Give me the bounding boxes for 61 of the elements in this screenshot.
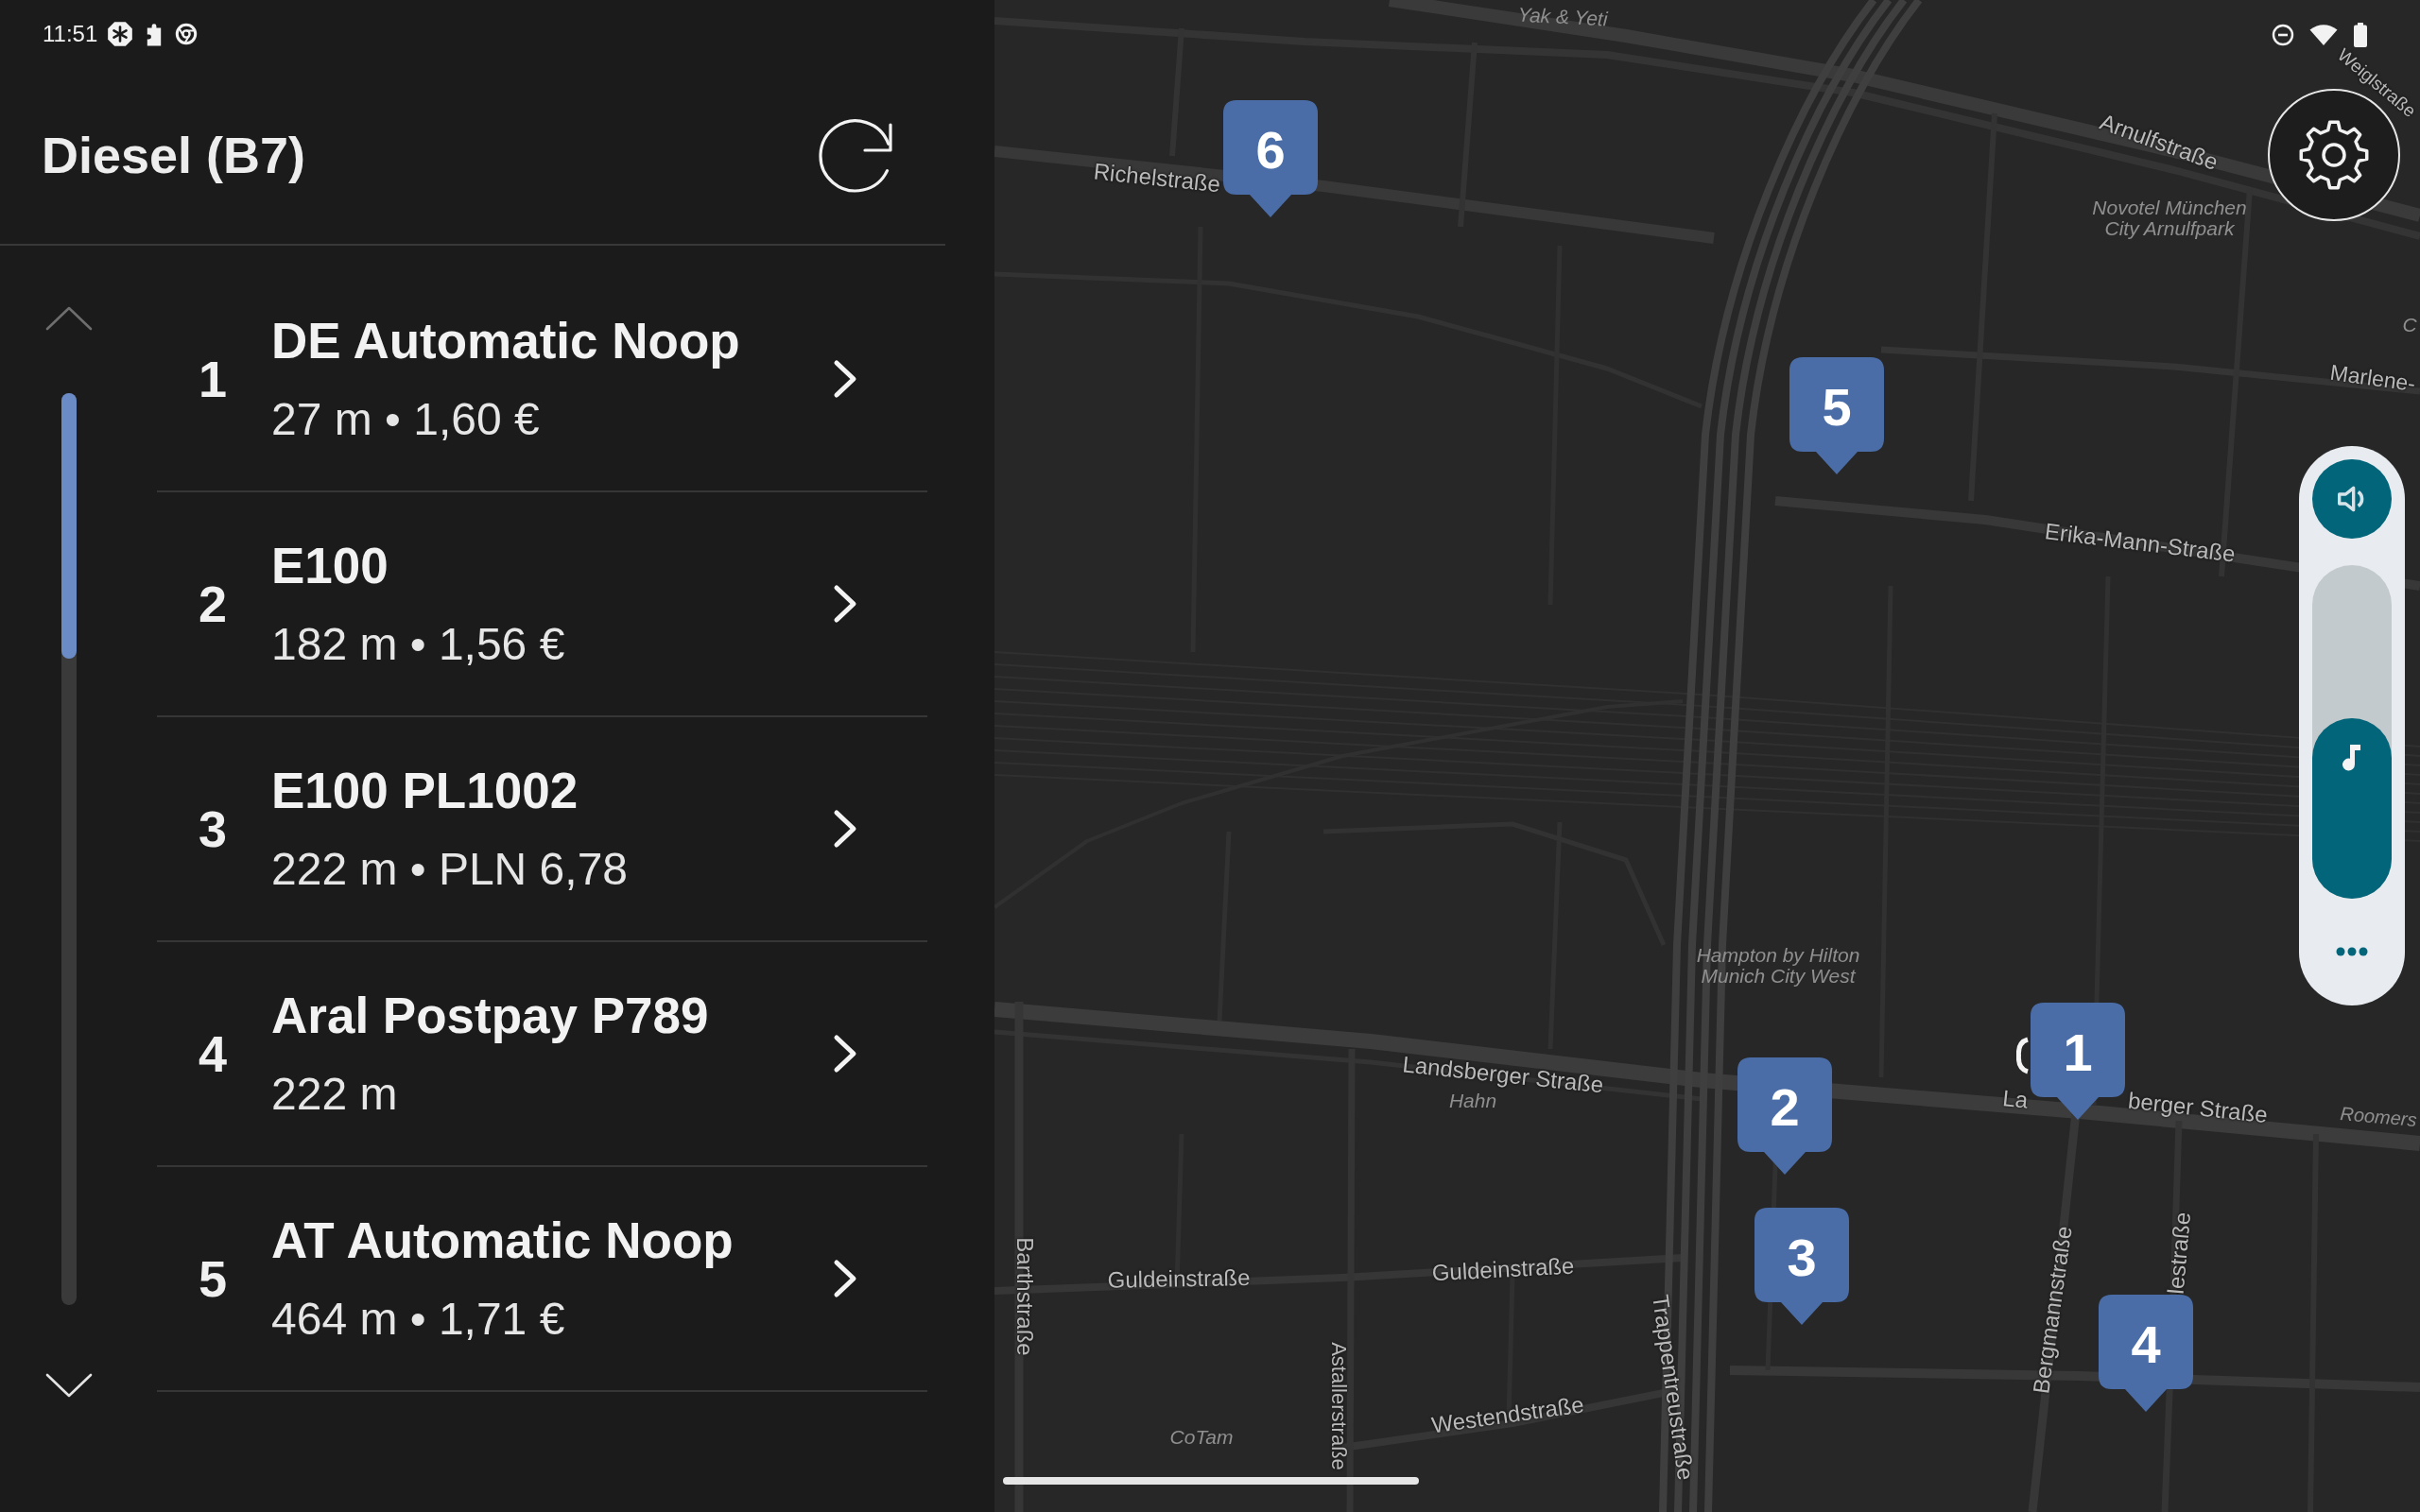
station-number: 4	[197, 1028, 228, 1079]
street-label: Marlene-	[2328, 360, 2417, 396]
street-label: Barthstraße	[1012, 1237, 1037, 1356]
refresh-button[interactable]	[818, 118, 893, 194]
street-label: Westendstraße	[1429, 1392, 1586, 1437]
battery-icon	[2353, 23, 2368, 47]
asterisk-octagon-icon	[107, 21, 134, 47]
chevron-up-icon	[45, 306, 93, 331]
map-pin[interactable]: 6	[1223, 100, 1318, 217]
place-label: Hampton by Hilton Munich City West	[1696, 944, 1860, 988]
street-label: La	[2001, 1086, 2030, 1112]
place-label: C	[2402, 315, 2417, 335]
map-pin[interactable]: 5	[1789, 357, 1884, 474]
chevron-right-icon	[832, 1259, 858, 1298]
station-details: 27 m • 1,60 €	[271, 393, 541, 446]
street-label: berger Straße	[2127, 1088, 2269, 1127]
place-label: Roomers	[2339, 1104, 2418, 1130]
place-label: CoTam	[1169, 1427, 1234, 1448]
ring-marker-icon	[2016, 1037, 2029, 1074]
station-details: 222 m • PLN 6,78	[271, 843, 629, 896]
station-name: Aral Postpay P789	[271, 987, 710, 1045]
station-number: 3	[197, 803, 228, 854]
station-number: 1	[197, 353, 228, 404]
more-icon	[2336, 947, 2368, 956]
street-label: lestraße	[2163, 1211, 2195, 1296]
chevron-right-icon	[832, 1034, 858, 1074]
page-title: Diesel (B7)	[42, 128, 306, 184]
chevron-right-icon	[832, 584, 858, 624]
street-label: Astallerstraße	[1327, 1342, 1350, 1470]
station-number: 2	[197, 578, 228, 629]
music-note-icon	[2342, 744, 2362, 773]
scroll-down-button[interactable]	[45, 1373, 93, 1398]
station-name: AT Automatic Noop	[271, 1211, 735, 1270]
station-name: E100	[271, 537, 389, 595]
chevron-right-icon	[832, 809, 858, 849]
station-details: 182 m • 1,56 €	[271, 618, 566, 671]
street-label: Guldeinstraße	[1107, 1265, 1251, 1292]
wifi-icon	[2309, 24, 2338, 46]
chevron-down-icon	[45, 1373, 93, 1398]
station-details: 464 m • 1,71 €	[271, 1293, 566, 1346]
settings-icon	[2298, 119, 2370, 191]
speaker-button[interactable]	[2312, 459, 2392, 539]
do-not-disturb-icon	[2272, 24, 2294, 46]
station-details: 222 m	[271, 1068, 399, 1121]
refresh-icon	[818, 118, 893, 194]
street-label: Guldeinstraße	[1431, 1253, 1575, 1285]
scrollbar-thumb[interactable]	[61, 393, 77, 659]
ring-icon	[175, 23, 199, 45]
place-label: Yak & Yeti	[1517, 4, 1608, 30]
street-label: Richelstraße	[1092, 159, 1222, 197]
status-time: 11:51	[43, 23, 98, 45]
place-label: Hahn	[1448, 1091, 1497, 1111]
station-number: 5	[197, 1253, 228, 1304]
place-label: Novotel München City Arnulfpark	[2092, 197, 2247, 240]
station-name: DE Automatic Noop	[271, 312, 741, 370]
map-pin[interactable]: 1	[2031, 1003, 2125, 1120]
chevron-right-icon	[832, 359, 858, 399]
map-pin[interactable]: 4	[2099, 1295, 2193, 1412]
station-name: E100 PL1002	[271, 762, 579, 820]
map-pin[interactable]: 2	[1737, 1057, 1832, 1175]
map-pin[interactable]: 3	[1754, 1208, 1849, 1325]
